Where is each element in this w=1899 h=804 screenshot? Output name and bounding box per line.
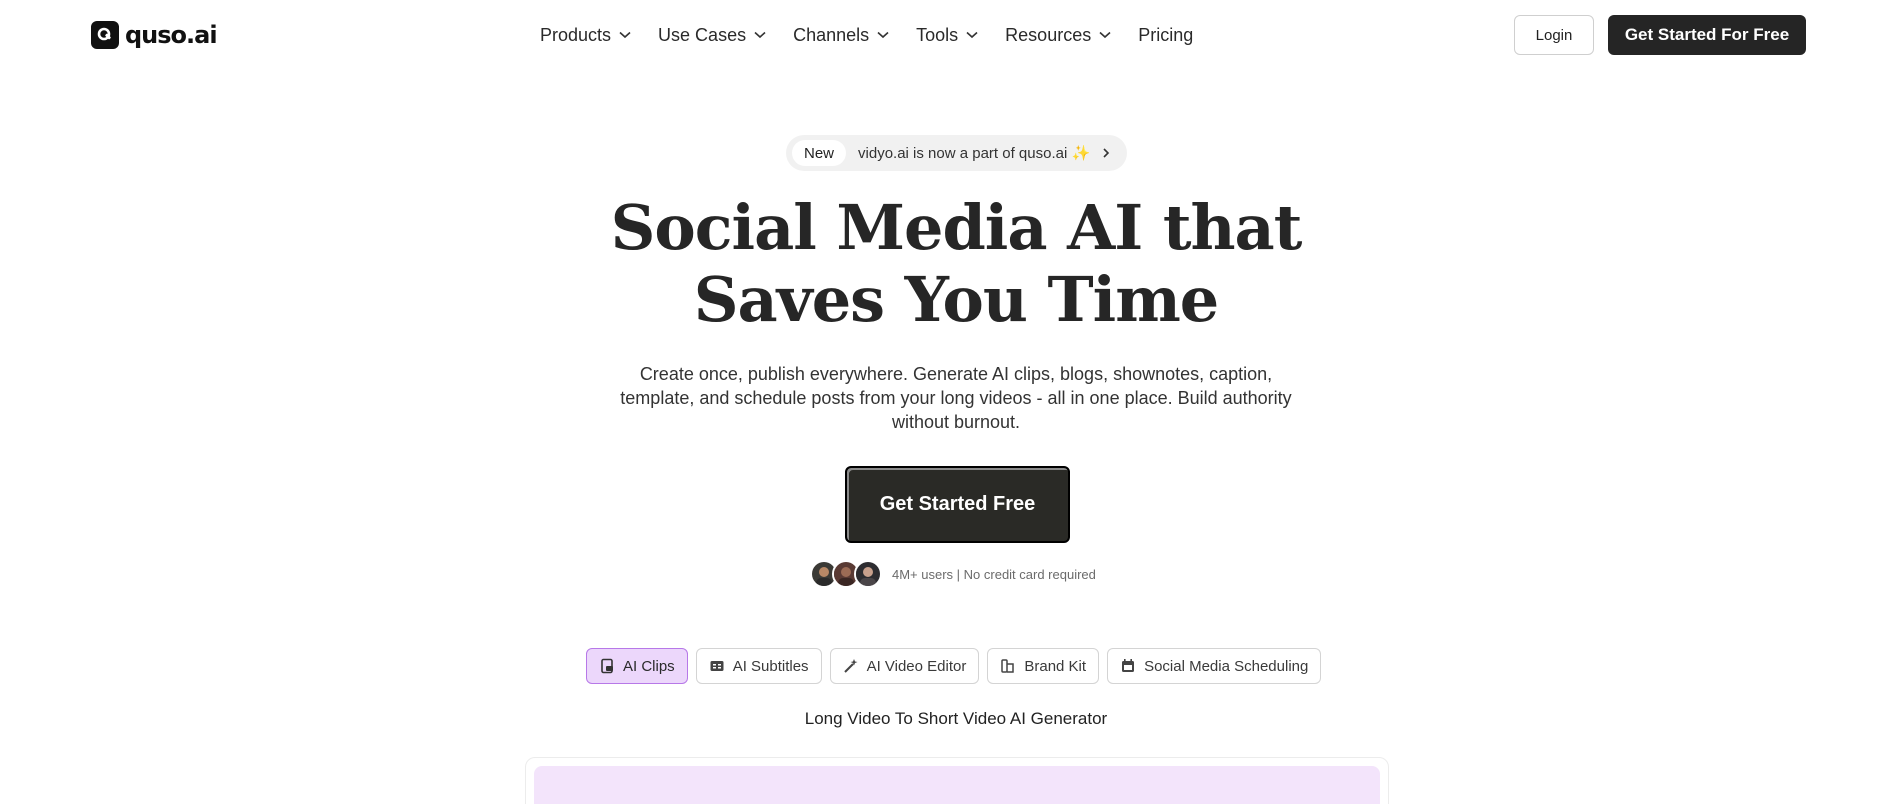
social-proof: 4M+ users | No credit card required [810,560,1096,588]
avatar [854,560,882,588]
main-nav: Products Use Cases Channels Tools Resour… [540,22,1220,48]
nav-item-label: Resources [1005,24,1092,45]
hero-subtitle: Create once, publish everywhere. Generat… [620,364,1292,432]
site-header: quso.ai Products Use Cases Channels Tool… [0,0,1899,70]
tab-label: Social Media Scheduling [1144,657,1309,675]
nav-item-label: Pricing [1138,24,1194,45]
tab-social-media-scheduling[interactable]: Social Media Scheduling [1107,648,1322,684]
q-logo-icon [91,21,119,49]
tab-ai-subtitles[interactable]: AI Subtitles [695,648,822,684]
clips-icon [599,658,615,674]
logo[interactable]: quso.ai [91,19,218,51]
tab-ai-clips[interactable]: AI Clips [586,648,688,684]
chevron-down-icon [1099,31,1111,39]
chevron-right-icon [1102,148,1110,158]
section-title: Long Video To Short Video AI Generator [804,709,1108,728]
chevron-down-icon [754,31,766,39]
hero-title-line-1: Social Media AI that [610,191,1303,264]
feature-tabs: AI Clips AI Subtitles AI Video Editor Br… [586,648,1322,684]
tab-label: AI Video Editor [866,657,967,675]
preview-frame [525,757,1389,804]
login-button[interactable]: Login [1514,15,1594,55]
brand-kit-icon [1000,658,1016,674]
nav-item-tools[interactable]: Tools [916,25,978,46]
nav-item-label: Products [540,24,612,45]
new-badge: New [792,140,847,166]
magic-wand-icon [843,658,859,674]
tab-label: AI Subtitles [732,657,809,675]
user-avatars [810,560,882,588]
tab-label: Brand Kit [1024,657,1087,675]
announcement-pill[interactable]: New vidyo.ai is now a part of quso.ai ✨ [786,135,1127,171]
get-started-for-free-button[interactable]: Get Started For Free [1608,15,1806,55]
nav-item-label: Use Cases [658,24,747,45]
social-proof-text: 4M+ users | No credit card required [892,566,1096,582]
chevron-down-icon [966,31,978,39]
logo-text: quso.ai [125,21,218,49]
chevron-down-icon [619,31,631,39]
nav-item-use-cases[interactable]: Use Cases [658,25,766,46]
tab-label: AI Clips [623,657,675,675]
nav-item-label: Tools [916,24,959,45]
landing-page: quso.ai Products Use Cases Channels Tool… [0,0,1899,804]
nav-item-channels[interactable]: Channels [793,25,889,46]
tab-ai-video-editor[interactable]: AI Video Editor [829,648,980,684]
calendar-icon [1120,658,1136,674]
hero-title-line-2: Saves You Time [693,263,1220,336]
subtitles-icon [709,658,725,674]
chevron-down-icon [877,31,889,39]
nav-item-resources[interactable]: Resources [1005,25,1111,46]
tab-brand-kit[interactable]: Brand Kit [987,648,1100,684]
nav-item-pricing[interactable]: Pricing [1138,25,1193,46]
nav-item-label: Channels [793,24,870,45]
get-started-free-button[interactable]: Get Started Free [845,466,1070,543]
preview-panel [534,766,1380,804]
hero-title: Social Media AI that Saves You Time [556,192,1356,336]
announcement-text: vidyo.ai is now a part of quso.ai ✨ [858,145,1091,162]
nav-item-products[interactable]: Products [540,25,631,46]
